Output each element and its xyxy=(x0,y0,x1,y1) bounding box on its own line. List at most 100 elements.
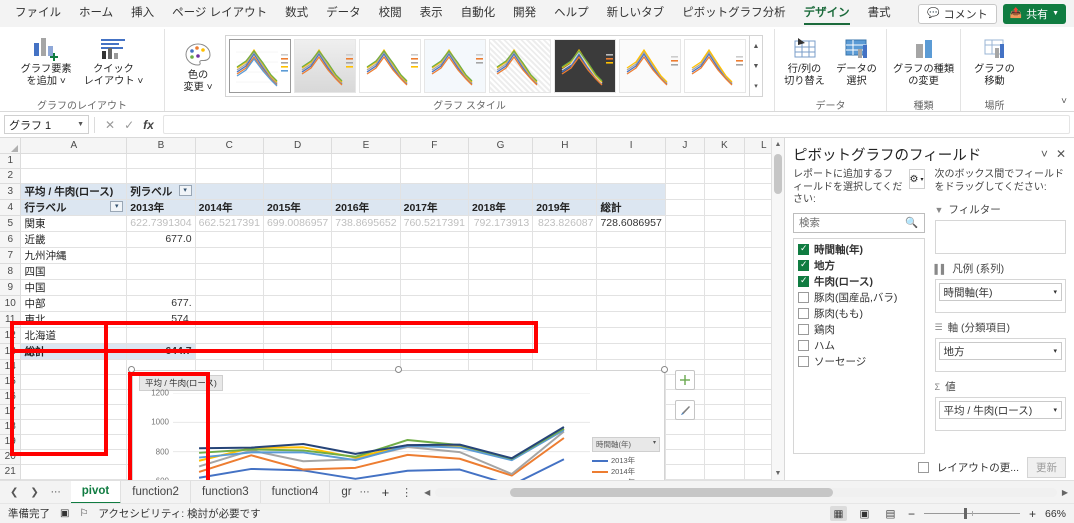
cell[interactable] xyxy=(468,343,534,360)
row-header-4[interactable]: 4 xyxy=(0,198,22,216)
cell[interactable] xyxy=(532,168,598,184)
cell[interactable]: 823.826087 xyxy=(532,215,598,232)
ribbon-tab-page-layout[interactable]: ページ レイアウト xyxy=(163,2,276,25)
cancel-icon[interactable]: ✕ xyxy=(105,118,115,132)
cell[interactable] xyxy=(704,295,745,312)
cell[interactable] xyxy=(195,183,264,200)
sheet-tab-function4[interactable]: function4 xyxy=(261,480,331,504)
cell[interactable] xyxy=(20,434,128,450)
field-search-box[interactable]: 検索 🔍 xyxy=(793,212,925,233)
row-header-2[interactable]: 2 xyxy=(0,167,22,184)
row-header-12[interactable]: 12 xyxy=(0,326,22,344)
cell[interactable] xyxy=(468,295,534,312)
cell[interactable] xyxy=(468,153,534,169)
field-list-item[interactable]: 時間軸(年) xyxy=(798,242,920,258)
cell[interactable] xyxy=(704,389,745,405)
cell[interactable] xyxy=(468,311,534,328)
pivot-row-labels-header[interactable]: 行ラベル ▾ xyxy=(20,199,128,216)
field-list-item[interactable]: 豚肉(国産品,バラ) xyxy=(798,290,920,306)
cell[interactable] xyxy=(263,311,333,328)
cell[interactable] xyxy=(704,199,745,216)
chart-legend[interactable]: 時間軸(年) ▾ 2013年2014年2015年2016年2017年2018年2… xyxy=(592,437,660,480)
cell[interactable] xyxy=(665,231,705,248)
gallery-scroll-up-icon[interactable]: ▲ xyxy=(750,36,762,56)
cell[interactable] xyxy=(704,183,745,200)
hscroll-left-icon[interactable]: ◀ xyxy=(424,488,435,497)
cell[interactable] xyxy=(263,295,333,312)
row-header-13[interactable]: 13 xyxy=(0,342,22,360)
cell[interactable] xyxy=(468,327,534,344)
cell[interactable] xyxy=(331,327,401,344)
horizontal-scrollbar[interactable]: ◀ ▶ xyxy=(418,487,1074,497)
chevron-down-icon[interactable]: ▾ xyxy=(1053,288,1057,296)
row-header-22[interactable]: 22 xyxy=(0,478,22,480)
cell[interactable] xyxy=(532,279,598,296)
move-chart-button[interactable]: グラフの 移動 xyxy=(969,32,1020,89)
record-macro-icon[interactable]: ▣ xyxy=(60,508,69,519)
chart-legend-item[interactable]: 2013年 xyxy=(592,455,660,466)
chart-style-thumb-1[interactable] xyxy=(229,39,291,93)
drop-zone-box[interactable]: 平均 / 牛肉(ロース) ▾ xyxy=(934,397,1066,431)
name-box[interactable]: グラフ 1 ▼ xyxy=(4,115,89,134)
cell[interactable] xyxy=(532,263,598,280)
cell[interactable] xyxy=(20,419,128,435)
cell[interactable] xyxy=(596,311,666,328)
cell[interactable] xyxy=(704,434,745,450)
chevron-down-icon[interactable]: ▾ xyxy=(653,439,656,450)
pivot-year-2013[interactable]: 2013年 xyxy=(126,199,196,216)
row-header-6[interactable]: 6 xyxy=(0,230,22,248)
cell[interactable] xyxy=(468,279,534,296)
sheet-menu-icon[interactable]: ⋮ xyxy=(395,486,418,499)
field-chip[interactable]: 時間軸(年) ▾ xyxy=(938,283,1062,301)
pivot-region-hokkaido[interactable]: 北海道 xyxy=(20,327,128,344)
cell[interactable] xyxy=(665,263,705,280)
column-header-d[interactable]: D xyxy=(262,138,333,154)
chart-handle-tl[interactable] xyxy=(128,366,135,373)
ribbon-tab-new-tab[interactable]: 新しいタブ xyxy=(598,2,674,25)
cell[interactable] xyxy=(331,343,401,360)
cell[interactable] xyxy=(126,153,196,169)
cell[interactable] xyxy=(532,153,598,169)
add-sheet-icon[interactable]: + xyxy=(376,485,396,500)
cell[interactable] xyxy=(195,263,264,280)
ribbon-tab-developer[interactable]: 開発 xyxy=(504,2,545,25)
cell[interactable] xyxy=(704,464,745,480)
cell[interactable] xyxy=(126,279,196,296)
column-header-j[interactable]: J xyxy=(664,138,705,154)
cell[interactable]: 677.0 xyxy=(126,231,196,248)
cell[interactable] xyxy=(704,419,745,435)
chevron-down-icon[interactable]: ▼ xyxy=(77,121,84,128)
pivot-region-kyushu-okinawa[interactable]: 九州沖縄 xyxy=(20,247,128,264)
cell[interactable] xyxy=(596,153,666,169)
row-filter-button[interactable]: ▾ xyxy=(110,200,124,212)
row-header-20[interactable]: 20 xyxy=(0,448,22,465)
cell[interactable] xyxy=(126,263,196,280)
cell[interactable] xyxy=(665,311,705,328)
row-header-9[interactable]: 9 xyxy=(0,278,22,296)
defer-layout-checkbox[interactable] xyxy=(917,461,929,473)
cell[interactable] xyxy=(704,311,745,328)
field-checkbox[interactable] xyxy=(798,340,809,351)
pivot-year-2019[interactable]: 2019年 xyxy=(532,199,598,216)
cell[interactable] xyxy=(195,231,264,248)
cell[interactable] xyxy=(596,279,666,296)
chart-styles-button[interactable] xyxy=(675,400,695,420)
cell[interactable] xyxy=(665,434,705,450)
cell[interactable] xyxy=(468,263,534,280)
cell[interactable] xyxy=(704,279,745,296)
cell[interactable] xyxy=(195,153,264,169)
field-checkbox[interactable] xyxy=(798,275,809,287)
pivot-year-2016[interactable]: 2016年 xyxy=(331,199,401,216)
cell[interactable] xyxy=(195,279,264,296)
chart-style-thumb-6[interactable] xyxy=(554,39,616,93)
hscroll-right-icon[interactable]: ▶ xyxy=(1057,488,1068,497)
confirm-icon[interactable]: ✓ xyxy=(124,118,134,132)
chart-handle-tr[interactable] xyxy=(661,366,668,373)
cell[interactable] xyxy=(331,295,401,312)
pivot-value-field-header[interactable]: 平均 / 牛肉(ロース) xyxy=(20,183,128,200)
field-list-item[interactable]: 豚肉(もも) xyxy=(798,306,920,322)
comment-button[interactable]: 💬 コメント xyxy=(918,3,997,24)
field-checkbox[interactable] xyxy=(798,324,809,335)
quick-layout-button[interactable]: クイック レイアウト ˅ xyxy=(79,32,149,89)
scroll-down-icon[interactable]: ▼ xyxy=(772,467,784,480)
